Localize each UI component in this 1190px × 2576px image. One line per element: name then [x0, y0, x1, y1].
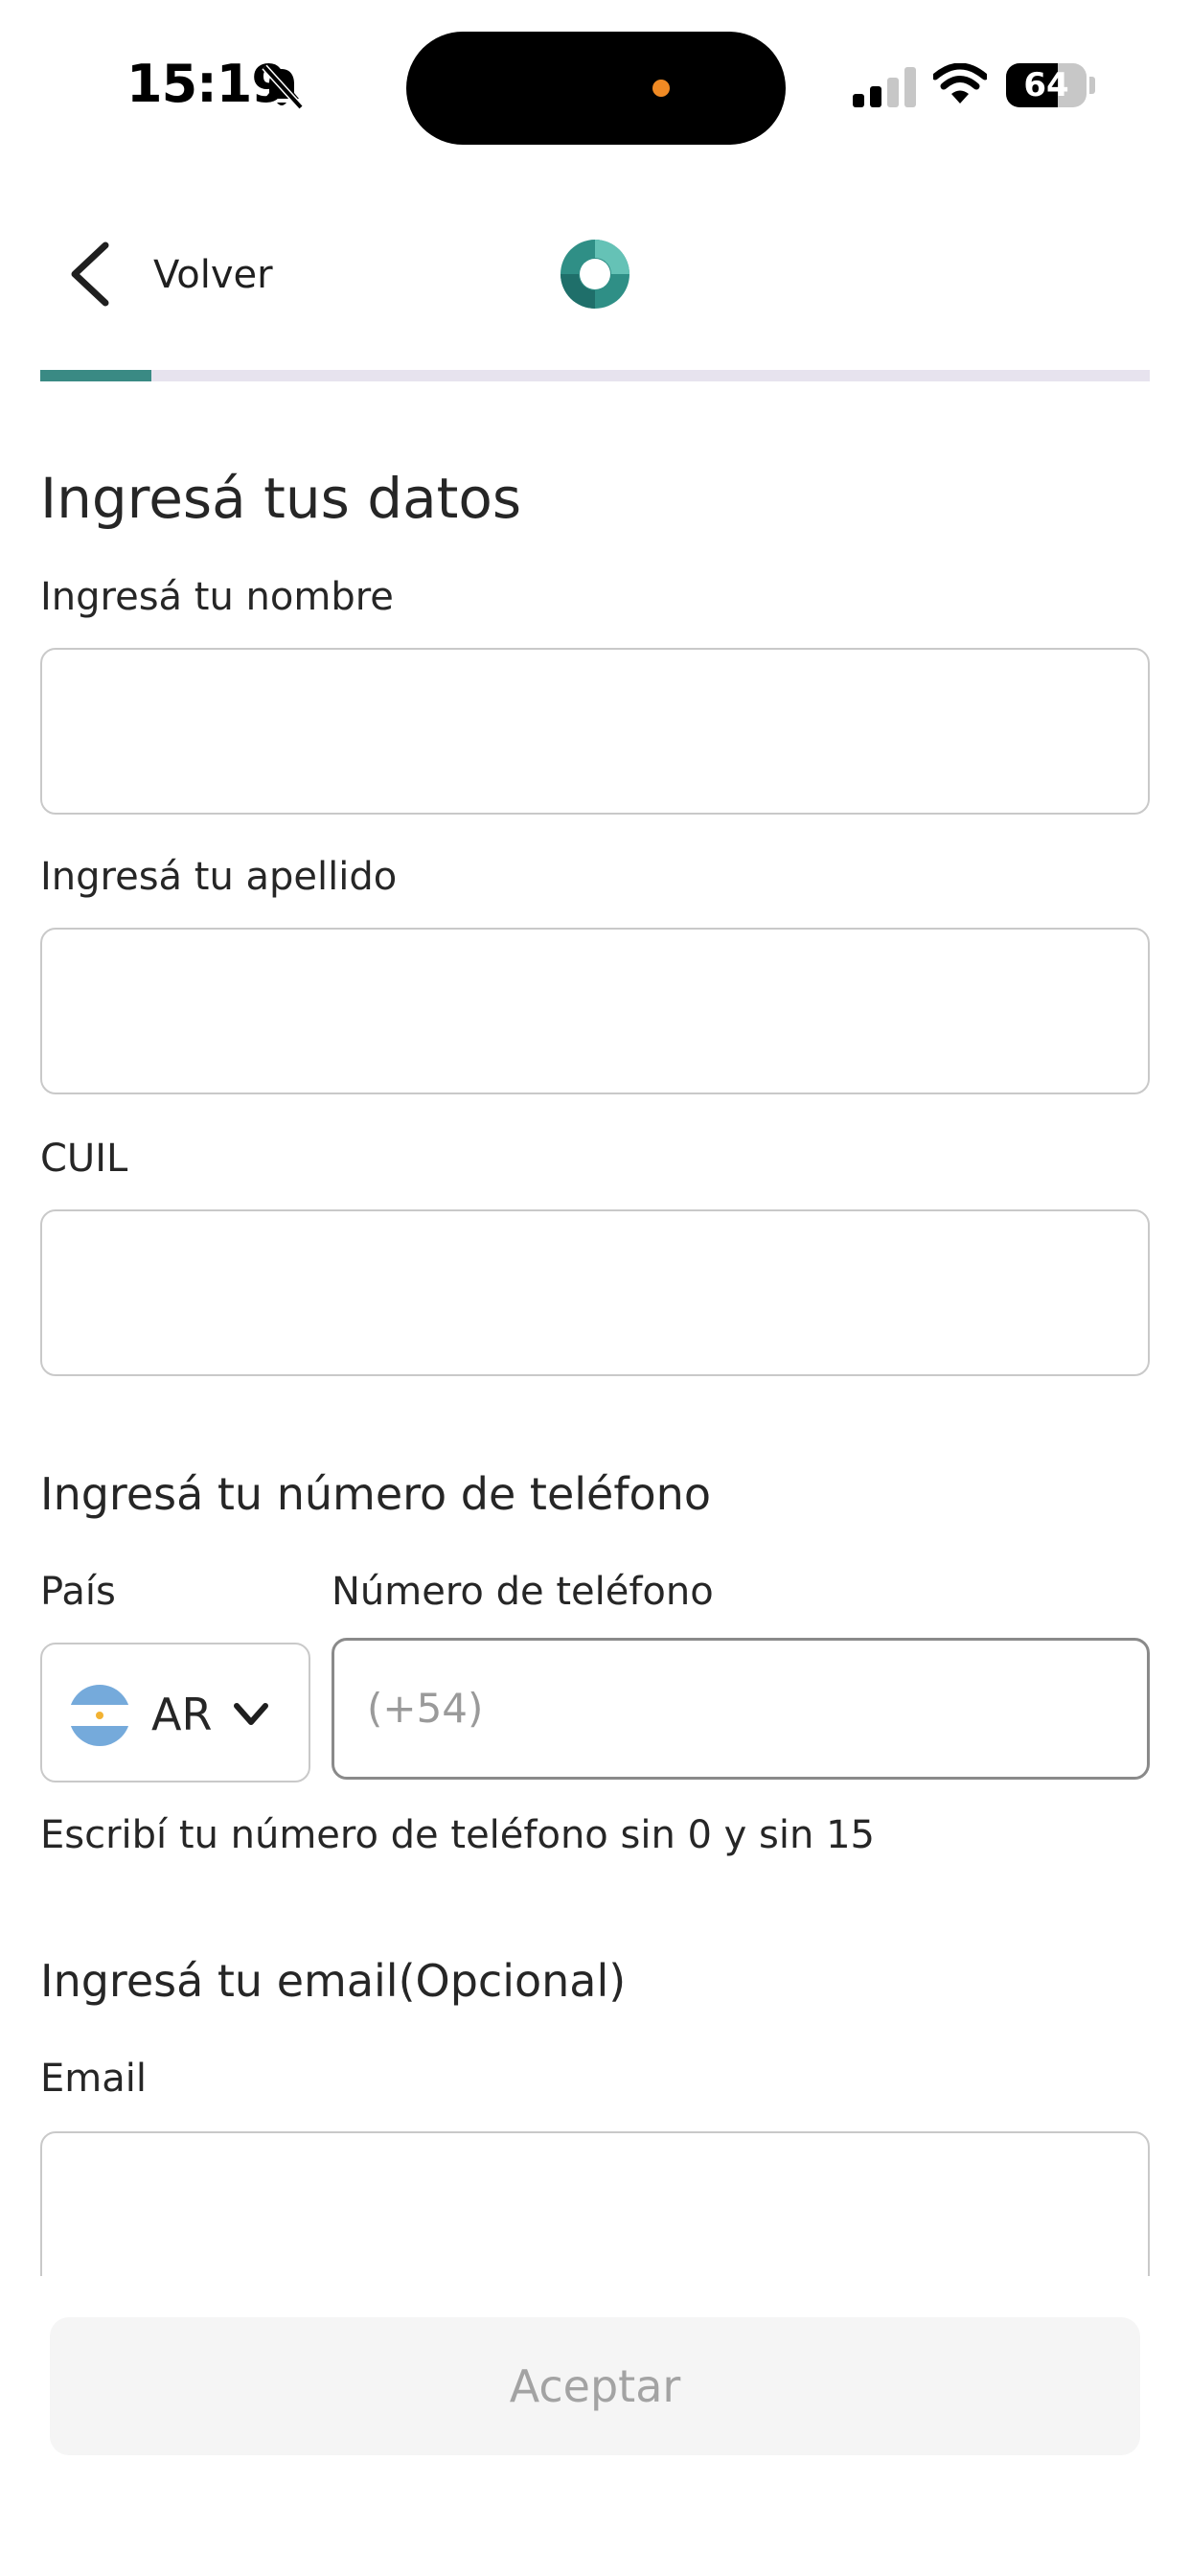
wifi-icon — [933, 63, 987, 104]
privacy-indicator-dot — [652, 80, 670, 97]
email-field[interactable] — [40, 2131, 1150, 2298]
progress-track — [40, 370, 1150, 381]
country-label: País — [40, 1570, 116, 1614]
phone-placeholder: (+54) — [367, 1685, 484, 1732]
battery-tip — [1089, 77, 1095, 94]
email-section-title: Ingresá tu email(Opcional) — [40, 1955, 627, 2007]
cuil-label: CUIL — [40, 1137, 128, 1181]
page-title: Ingresá tus datos — [40, 466, 522, 531]
phone-number-field[interactable]: (+54) — [332, 1638, 1150, 1780]
app-logo — [561, 240, 629, 309]
first-name-label: Ingresá tu nombre — [40, 575, 394, 619]
phone-number-label: Número de teléfono — [332, 1570, 714, 1614]
back-button[interactable]: Volver — [153, 253, 273, 297]
last-name-label: Ingresá tu apellido — [40, 855, 398, 899]
last-name-field[interactable] — [40, 928, 1150, 1094]
battery-icon: 64 — [1006, 63, 1087, 107]
chevron-down-icon[interactable] — [232, 1698, 270, 1731]
cuil-field[interactable] — [40, 1209, 1150, 1376]
phone-section-title: Ingresá tu número de teléfono — [40, 1468, 711, 1520]
dynamic-island — [406, 32, 786, 145]
first-name-field[interactable] — [40, 648, 1150, 815]
progress-fill — [40, 370, 151, 381]
accept-button[interactable]: Aceptar — [50, 2317, 1140, 2455]
argentina-flag-icon — [69, 1685, 130, 1746]
battery-level: 64 — [1023, 66, 1069, 104]
phone-helper-text: Escribí tu número de teléfono sin 0 y si… — [40, 1813, 875, 1857]
signal-icon — [853, 67, 916, 107]
bell-muted-icon — [262, 64, 304, 110]
chevron-left-icon[interactable] — [65, 240, 113, 309]
email-label: Email — [40, 2057, 147, 2101]
country-code: AR — [151, 1689, 213, 1740]
